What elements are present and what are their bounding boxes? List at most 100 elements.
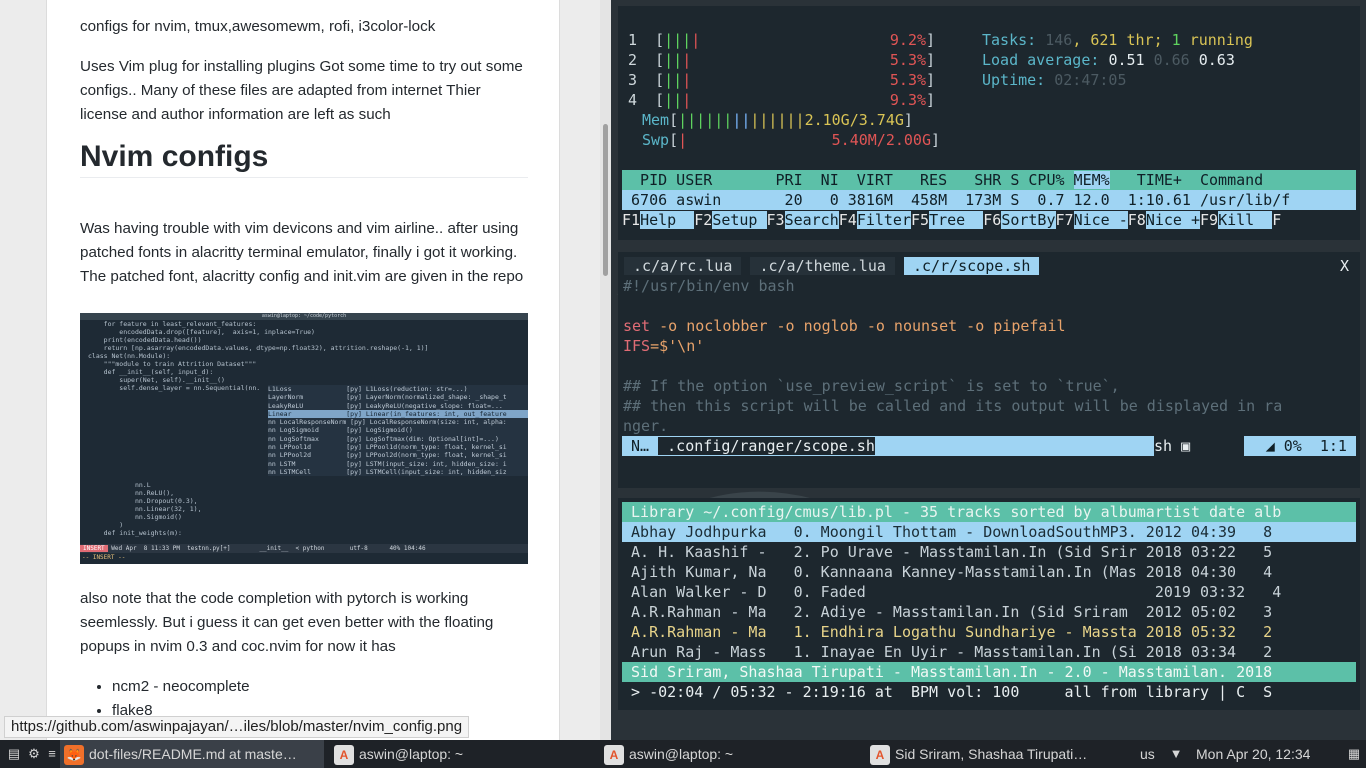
fkey-label[interactable]: F9 xyxy=(1200,211,1218,229)
ifs-line: IFS=$'\n' xyxy=(623,337,705,355)
code-line: nn.L xyxy=(88,481,151,489)
fkey-label[interactable]: F xyxy=(1272,211,1281,229)
track-row[interactable]: Abhay Jodhpurka 0. Moongil Thottam - Dow… xyxy=(622,522,1356,542)
completion-item: nn LPPool2d [py] LPPool2d(norm_type: flo… xyxy=(268,451,528,460)
comment-line: ## then this script will be called and i… xyxy=(623,397,1283,415)
cpu-meter-1: 1 [|||| 9.2%] xyxy=(628,31,936,49)
wifi-icon[interactable]: ▼ xyxy=(1168,746,1184,762)
screenshot-insert-line: -- INSERT -- xyxy=(82,554,126,561)
nvim-statusline: N… .config/ranger/scope.sh sh ▣ ◢ 0% 1:1 xyxy=(622,436,1356,456)
gear-icon[interactable]: ⚙ xyxy=(26,746,42,762)
heading-nvim-configs: Nvim configs xyxy=(80,142,528,178)
cmus-terminal[interactable]: Library ~/.config/cmus/lib.pl - 35 track… xyxy=(618,498,1360,710)
fkey-label[interactable]: F3 xyxy=(767,211,785,229)
process-row[interactable]: 6706 aswin 20 0 3816M 458M 173M S 0.7 12… xyxy=(622,190,1356,210)
paragraph-devicons: Was having trouble with vim devicons and… xyxy=(80,220,524,285)
tab-scope-sh[interactable]: .c/r/scope.sh xyxy=(903,257,1040,275)
grid-icon[interactable]: ▦ xyxy=(1346,746,1362,762)
completion-item: L1Loss [py] L1Loss(reduction: str=...) xyxy=(268,385,528,394)
taskbar-firefox[interactable]: 🦊 dot-files/README.md at maste… xyxy=(60,740,324,768)
nvim-position: ◢ 0% 1:1 xyxy=(1265,437,1356,455)
fkey-label[interactable]: F6 xyxy=(983,211,1001,229)
nvim-filename: .config/ranger/scope.sh xyxy=(658,437,875,455)
uptime: Uptime: 02:47:05 xyxy=(982,71,1127,89)
browser-window: configs for nvim, tmux,awesomewm, rofi, … xyxy=(0,0,611,740)
keyboard-layout[interactable]: us xyxy=(1140,740,1155,768)
layout-icon[interactable]: ▤ xyxy=(6,746,22,762)
fkey-action[interactable]: Nice + xyxy=(1145,211,1200,229)
fkey-action[interactable]: Help xyxy=(640,211,695,229)
track-row[interactable]: Arun Raj - Mass 1. Inayae En Uyir - Mass… xyxy=(622,642,1356,662)
comment-line: ## If the option `use_preview_script` is… xyxy=(623,377,1120,395)
screenshot-status-text: Wed Apr 8 11:33 PM testnn.py[+] __init__… xyxy=(107,545,426,552)
process-table-header[interactable]: PID USER PRI NI VIRT RES SHR S CPU% MEM%… xyxy=(622,170,1356,190)
taskbar-terminal-2[interactable]: Aaswin@laptop: ~ xyxy=(600,740,860,768)
cmus-library-header: Library ~/.config/cmus/lib.pl - 35 track… xyxy=(622,502,1356,522)
completion-item: nn LSTM [py] LSTM(input_size: int, hidde… xyxy=(268,459,528,468)
code-line: print(encodedData.head()) xyxy=(88,336,202,344)
list-item: ncm2 - neocomplete xyxy=(112,675,250,699)
fkey-action[interactable]: Search xyxy=(784,211,839,229)
htop-terminal[interactable]: 1 [|||| 9.2%] 2 [||| 5.3%] 3 [||| 5.3%] … xyxy=(618,6,1360,240)
fkey-label[interactable]: F5 xyxy=(911,211,929,229)
screenshot-titlebar: aswin@laptop: ~/code/pytorch xyxy=(80,313,528,320)
completion-popup: L1Loss [py] L1Loss(reduction: str=...) La… xyxy=(268,385,528,477)
fkey-label[interactable]: F7 xyxy=(1056,211,1074,229)
tab-rc-lua[interactable]: .c/a/rc.lua xyxy=(624,257,742,275)
completion-item: LeakyReLU [py] LeakyReLU(negative_slope:… xyxy=(268,401,528,410)
cpu-meter-3: 3 [||| 5.3%] xyxy=(628,71,936,89)
taskbar: ▤ ⚙ ≡ 🦊 dot-files/README.md at maste… Aas… xyxy=(0,740,1366,768)
fkey-label[interactable]: F8 xyxy=(1128,211,1146,229)
tab-theme-lua[interactable]: .c/a/theme.lua xyxy=(750,257,895,275)
screenshot-statusline: INSERT Wed Apr 8 11:33 PM testnn.py[+] _… xyxy=(80,544,528,553)
shebang-line: #!/usr/bin/env bash xyxy=(623,277,795,295)
track-row[interactable]: A.R.Rahman - Ma 2. Adiye - Masstamilan.I… xyxy=(622,602,1356,622)
track-row[interactable]: A. H. Kaashif - 2. Po Urave - Masstamila… xyxy=(622,542,1356,562)
sort-column-mem: MEM% xyxy=(1073,171,1110,189)
position-icon: ◢ xyxy=(1265,437,1275,455)
tasks-info: Tasks: 146, 621 thr; 1 running xyxy=(982,31,1253,49)
code-line: return [np.asarray(encodedData.values, d… xyxy=(88,344,429,352)
taskbar-cmus[interactable]: A Sid Sriram, Shashaa Tirupati… xyxy=(866,740,1136,768)
close-icon[interactable]: X xyxy=(1340,256,1349,276)
track-row[interactable]: Ajith Kumar, Na 0. Kannaana Kanney-Masst… xyxy=(622,562,1356,582)
browser-scrollbar[interactable] xyxy=(600,0,611,740)
swap-meter: Swp[| 5.40M/2.00G] xyxy=(642,131,941,149)
completion-item: nn LogSigmoid [py] LogSigmoid() xyxy=(268,426,528,435)
nvim-config-screenshot[interactable]: aswin@laptop: ~/code/pytorch for feature… xyxy=(80,313,528,564)
alacritty-icon: A xyxy=(870,745,890,766)
comment-line: nger. xyxy=(623,417,669,435)
fkey-label[interactable]: F4 xyxy=(839,211,857,229)
fkey-action[interactable]: Setup xyxy=(712,211,767,229)
screenshot-code-tail: nn.L nn.ReLU(), nn.Dropout(0.3), nn.Line… xyxy=(80,481,202,537)
link-hover-url: https://github.com/aswinpajayan/…iles/bl… xyxy=(4,716,470,738)
neovim-terminal[interactable]: .c/a/rc.lua .c/a/theme.lua .c/r/scope.sh… xyxy=(618,252,1360,488)
fkey-action[interactable]: SortBy xyxy=(1001,211,1056,229)
completion-item: LayerNorm [py] LayerNorm(normalized_shap… xyxy=(268,393,528,402)
cpu-meter-4: 4 [||| 9.3%] xyxy=(628,91,936,109)
code-line: nn.Dropout(0.3), xyxy=(88,497,198,505)
code-line: """module to train Attrition Dataset""" xyxy=(88,360,257,368)
mem-meter: Mem[||||||||||||||2.10G/3.74G] xyxy=(642,111,913,129)
fkey-label[interactable]: F1 xyxy=(622,211,640,229)
code-line: encodedData.drop([feature], axis=1, inpl… xyxy=(88,328,315,336)
code-line: nn.ReLU(), xyxy=(88,489,175,497)
alacritty-icon: A xyxy=(604,745,624,766)
scrollbar-thumb[interactable] xyxy=(603,124,608,276)
code-line: nn.Sigmoid() xyxy=(88,513,182,521)
fkey-action[interactable]: Nice - xyxy=(1073,211,1128,229)
track-row[interactable]: Alan Walker - D 0. Faded 2019 03:32 4 xyxy=(622,582,1356,602)
menu-icon[interactable]: ≡ xyxy=(44,746,60,762)
now-playing: Sid Sriram, Shashaa Tirupati - Masstamil… xyxy=(622,662,1356,682)
track-row[interactable]: A.R.Rahman - Ma 1. Endhira Logathu Sundh… xyxy=(622,622,1356,642)
fkey-action[interactable]: Filter xyxy=(856,211,911,229)
fkey-action[interactable]: Tree xyxy=(929,211,984,229)
set-line: set -o noclobber -o noglob -o nounset -o… xyxy=(623,317,1066,335)
readme-article: configs for nvim, tmux,awesomewm, rofi, … xyxy=(46,0,560,740)
taskbar-terminal-1[interactable]: Aaswin@laptop: ~ xyxy=(330,740,590,768)
fkey-label[interactable]: F2 xyxy=(694,211,712,229)
nvim-mode: N… xyxy=(622,437,659,455)
screenshot-mode: INSERT xyxy=(80,545,108,552)
clock[interactable]: Mon Apr 20, 12:34 xyxy=(1196,740,1310,768)
fkey-action[interactable]: Kill xyxy=(1218,211,1273,229)
